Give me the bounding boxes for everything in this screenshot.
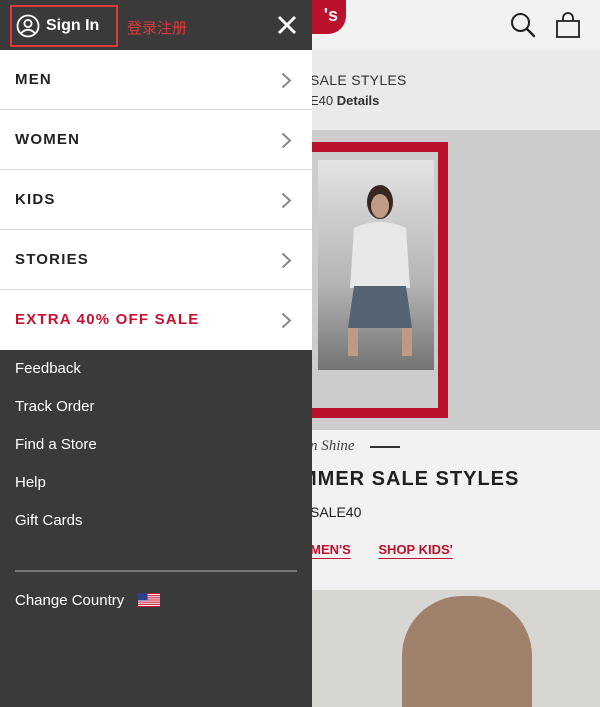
menu-item-label: EXTRA 40% OFF SALE <box>15 311 200 328</box>
menu-item-label: STORIES <box>15 251 89 268</box>
link-help[interactable]: Help <box>0 464 312 502</box>
drawer-header: Sign In 登录注册 <box>0 0 312 50</box>
divider <box>15 570 297 572</box>
secondary-links: Feedback Track Order Find a Store Help G… <box>0 350 312 540</box>
annotation-text: 登录注册 <box>127 19 188 37</box>
menu-item-label: KIDS <box>15 191 56 208</box>
link-gift-cards[interactable]: Gift Cards <box>0 502 312 540</box>
menu-item-men[interactable]: MEN <box>0 50 312 110</box>
menu-item-sale[interactable]: EXTRA 40% OFF SALE <box>0 290 312 350</box>
link-find-a-store[interactable]: Find a Store <box>0 426 312 464</box>
us-flag-icon <box>138 593 161 607</box>
sign-in-button[interactable]: Sign In <box>10 5 118 47</box>
change-country-label: Change Country <box>15 591 125 609</box>
category-menu: MEN WOMEN KIDS STORIES EXTRA 40% OFF SAL… <box>0 50 312 350</box>
sign-in-label: Sign In <box>46 17 100 34</box>
close-icon[interactable] <box>276 14 298 36</box>
chevron-right-icon <box>281 252 292 269</box>
chevron-right-icon <box>281 132 292 149</box>
link-track-order[interactable]: Track Order <box>0 388 312 426</box>
menu-item-label: MEN <box>15 71 52 88</box>
user-icon <box>16 14 40 38</box>
change-country-button[interactable]: Change Country <box>15 588 161 612</box>
chevron-right-icon <box>281 312 292 329</box>
link-feedback[interactable]: Feedback <box>0 350 312 388</box>
menu-item-label: WOMEN <box>15 131 81 148</box>
chevron-right-icon <box>281 72 292 89</box>
menu-item-women[interactable]: WOMEN <box>0 110 312 170</box>
menu-item-kids[interactable]: KIDS <box>0 170 312 230</box>
nav-drawer: Sign In 登录注册 MEN WOMEN KIDS STORIES EXTR… <box>0 0 312 707</box>
menu-item-stories[interactable]: STORIES <box>0 230 312 290</box>
chevron-right-icon <box>281 192 292 209</box>
